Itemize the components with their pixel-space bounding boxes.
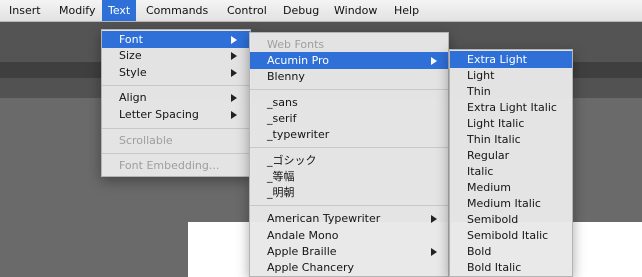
font-menu: Web Fonts Acumin Pro Blenny _sans _serif… xyxy=(249,32,449,277)
menu-item-font[interactable]: Font xyxy=(102,31,250,48)
menu-item-label: _serif xyxy=(267,112,297,125)
menu-item-label: Extra Light Italic xyxy=(467,101,557,114)
menu-control[interactable]: Control xyxy=(221,0,273,21)
style-item-extra-light[interactable]: Extra Light xyxy=(450,51,572,68)
menu-item-label: Apple Braille xyxy=(267,245,337,258)
menu-item-label: Style xyxy=(119,66,147,79)
menu-item-label: Scrollable xyxy=(119,134,173,147)
font-item-mincho[interactable]: _明朝 xyxy=(250,184,448,201)
menu-item-label: Semibold xyxy=(467,213,519,226)
menu-item-size[interactable]: Size xyxy=(102,47,250,64)
submenu-arrow-icon xyxy=(231,111,237,119)
font-item-american-typewriter[interactable]: American Typewriter xyxy=(250,210,448,227)
style-item-bold[interactable]: Bold xyxy=(450,243,572,260)
font-item-serif[interactable]: _serif xyxy=(250,110,448,127)
style-item-semibold[interactable]: Semibold xyxy=(450,211,572,228)
menu-item-label: Bold Italic xyxy=(467,261,522,274)
menu-item-label: Acumin Pro xyxy=(267,54,330,67)
style-item-regular[interactable]: Regular xyxy=(450,147,572,164)
menu-item-label: Medium xyxy=(467,181,511,194)
menu-item-label: Thin xyxy=(467,85,491,98)
font-item-andale-mono[interactable]: Andale Mono xyxy=(250,227,448,244)
font-item-typewriter[interactable]: _typewriter xyxy=(250,126,448,143)
menu-commands[interactable]: Commands xyxy=(140,0,214,21)
font-item-blenny[interactable]: Blenny xyxy=(250,68,448,85)
submenu-arrow-icon xyxy=(231,94,237,102)
font-item-web-fonts: Web Fonts xyxy=(250,36,448,53)
menu-item-label: _typewriter xyxy=(267,128,330,141)
menu-item-label: Regular xyxy=(467,149,510,162)
font-item-sans[interactable]: _sans xyxy=(250,94,448,111)
menu-item-label: Semibold Italic xyxy=(467,229,549,242)
menu-item-letter-spacing[interactable]: Letter Spacing xyxy=(102,106,250,123)
style-item-thin[interactable]: Thin xyxy=(450,83,572,100)
menu-item-label: Apple Chancery xyxy=(267,261,355,274)
font-item-apple-chancery[interactable]: Apple Chancery xyxy=(250,259,448,276)
menu-insert[interactable]: Insert xyxy=(3,0,47,21)
menu-item-label: American Typewriter xyxy=(267,212,381,225)
menu-item-label: Web Fonts xyxy=(267,38,325,51)
menu-item-label: Size xyxy=(119,49,142,62)
menu-item-label: Italic xyxy=(467,165,494,178)
menu-separator xyxy=(102,153,250,154)
menu-item-label: Font xyxy=(119,33,143,46)
menu-separator xyxy=(250,147,448,148)
menu-item-label: _明朝 xyxy=(267,186,295,199)
menu-item-label: Light xyxy=(467,69,495,82)
submenu-arrow-icon xyxy=(231,36,237,44)
style-item-light-italic[interactable]: Light Italic xyxy=(450,115,572,132)
menu-item-scrollable: Scrollable xyxy=(102,132,250,149)
menu-item-label: Align xyxy=(119,91,147,104)
menu-debug[interactable]: Debug xyxy=(277,0,325,21)
font-item-apple-braille[interactable]: Apple Braille xyxy=(250,243,448,260)
menu-separator xyxy=(250,89,448,90)
menu-item-label: _等幅 xyxy=(267,170,295,183)
menu-separator xyxy=(102,85,250,86)
menu-item-label: _ゴシック xyxy=(267,154,317,167)
menu-item-label: Thin Italic xyxy=(467,133,521,146)
font-item-gothic[interactable]: _ゴシック xyxy=(250,152,448,169)
menu-window[interactable]: Window xyxy=(328,0,383,21)
style-item-light[interactable]: Light xyxy=(450,67,572,84)
menu-item-font-embedding: Font Embedding... xyxy=(102,157,250,174)
menu-item-label: Light Italic xyxy=(467,117,525,130)
menu-item-label: Extra Light xyxy=(467,53,527,66)
submenu-arrow-icon xyxy=(231,52,237,60)
acumin-pro-menu: Extra Light Light Thin Extra Light Itali… xyxy=(449,49,573,277)
menu-item-label: _sans xyxy=(267,96,298,109)
font-item-acumin-pro[interactable]: Acumin Pro xyxy=(250,52,448,69)
menu-separator xyxy=(250,205,448,206)
menu-item-style[interactable]: Style xyxy=(102,64,250,81)
submenu-arrow-icon xyxy=(431,57,437,65)
menu-item-label: Font Embedding... xyxy=(119,159,220,172)
text-menu: Font Size Style Align Letter Spacing Scr… xyxy=(101,29,251,177)
submenu-arrow-icon xyxy=(231,69,237,77)
style-item-semibold-italic[interactable]: Semibold Italic xyxy=(450,227,572,244)
menu-separator xyxy=(102,128,250,129)
style-item-thin-italic[interactable]: Thin Italic xyxy=(450,131,572,148)
menu-modify[interactable]: Modify xyxy=(53,0,101,21)
menu-item-label: Andale Mono xyxy=(267,229,339,242)
menu-item-label: Blenny xyxy=(267,70,305,83)
style-item-medium-italic[interactable]: Medium Italic xyxy=(450,195,572,212)
menu-text[interactable]: Text xyxy=(102,0,137,21)
submenu-arrow-icon xyxy=(431,215,437,223)
submenu-arrow-icon xyxy=(431,248,437,256)
menu-item-label: Medium Italic xyxy=(467,197,541,210)
style-item-bold-italic[interactable]: Bold Italic xyxy=(450,259,572,276)
style-item-medium[interactable]: Medium xyxy=(450,179,572,196)
menu-bar: Insert Modify Text Commands Control Debu… xyxy=(0,0,642,22)
menu-item-label: Bold xyxy=(467,245,492,258)
menu-item-align[interactable]: Align xyxy=(102,89,250,106)
style-item-italic[interactable]: Italic xyxy=(450,163,572,180)
style-item-extra-light-italic[interactable]: Extra Light Italic xyxy=(450,99,572,116)
menu-item-label: Letter Spacing xyxy=(119,108,199,121)
menu-help[interactable]: Help xyxy=(388,0,425,21)
font-item-monospace-jp[interactable]: _等幅 xyxy=(250,168,448,185)
